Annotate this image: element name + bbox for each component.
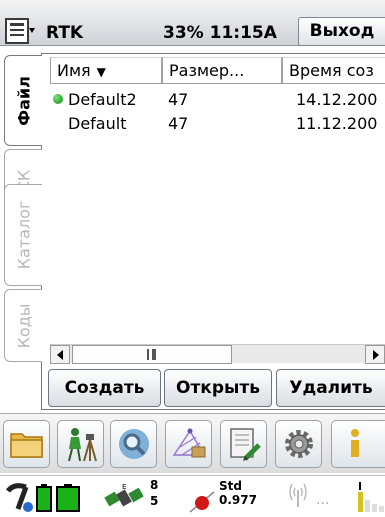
start-menu-icon[interactable] <box>2 18 36 44</box>
info-icon <box>351 429 359 457</box>
gear-icon <box>285 430 313 458</box>
column-header-name[interactable]: Имя ▼ <box>50 57 162 84</box>
svg-text:E: E <box>122 484 126 491</box>
tab-catalog-label: Каталог <box>14 200 33 270</box>
battery-time-status: 33% 11:15A <box>163 23 277 43</box>
solution-readout: Std 0.977 <box>219 479 257 507</box>
satellite-count: 8 5 <box>150 479 158 507</box>
file-list-header: Имя ▼ Размер... Время соз <box>50 57 385 84</box>
scroll-right-button[interactable] <box>365 345 385 364</box>
column-header-created[interactable]: Время соз <box>282 57 385 84</box>
main-toolbar <box>0 413 385 473</box>
tool-button-view[interactable] <box>110 420 157 468</box>
tool-button-files[interactable] <box>3 420 50 468</box>
create-button[interactable]: Создать <box>48 369 161 407</box>
file-name: Default2 <box>68 90 137 109</box>
satellite-count-top: 8 <box>150 478 159 492</box>
file-size: 47 <box>168 114 189 133</box>
scroll-thumb[interactable] <box>72 345 232 364</box>
exit-button[interactable]: Выход <box>298 17 385 46</box>
horizontal-scrollbar[interactable] <box>50 344 385 364</box>
title-bar: RTK 33% 11:15A Выход <box>0 0 385 46</box>
signal-bars-icon <box>358 482 384 512</box>
gps-satellite-icon[interactable]: E <box>102 484 148 514</box>
file-list: Default2 47 14.12.200 Default 47 11.12.2… <box>50 86 385 342</box>
status-bar: E 8 5 Std 0.977 ... <box>0 475 385 517</box>
radio-status-dots: ... <box>316 492 330 508</box>
radio-signal-icon[interactable] <box>288 480 308 508</box>
arrow-left-icon <box>57 350 63 360</box>
antenna-link-icon[interactable] <box>4 481 34 513</box>
solution-value: 0.977 <box>219 493 257 507</box>
tool-button-notes[interactable] <box>220 420 267 468</box>
open-button[interactable]: Открыть <box>164 369 272 407</box>
column-name-label: Имя <box>57 61 91 80</box>
tool-button-survey[interactable] <box>57 420 104 468</box>
surveyor-tripod-icon <box>68 428 97 462</box>
solution-label: Std <box>219 479 242 493</box>
list-item[interactable]: Default2 47 14.12.200 <box>50 90 385 112</box>
notebook-pen-icon <box>230 428 261 461</box>
folder-icon <box>10 433 43 458</box>
tab-catalog[interactable]: Каталог <box>4 184 42 286</box>
list-item[interactable]: Default 47 11.12.200 <box>50 114 385 136</box>
file-name: Default <box>68 114 127 133</box>
delete-button[interactable]: Удалить <box>276 369 385 407</box>
tool-button-info[interactable] <box>331 420 385 468</box>
scroll-left-button[interactable] <box>50 345 70 364</box>
tab-codes-label: Коды <box>14 303 33 348</box>
tab-file[interactable]: Файл <box>4 55 42 146</box>
battery-icon <box>36 484 52 512</box>
sort-down-icon: ▼ <box>96 65 106 79</box>
arrow-right-icon <box>373 350 379 360</box>
solution-status-icon[interactable] <box>188 490 216 514</box>
app-title: RTK <box>46 23 84 43</box>
satellite-count-bottom: 5 <box>150 494 159 508</box>
tool-button-settings[interactable] <box>275 420 322 468</box>
active-job-indicator-icon <box>53 94 63 104</box>
tool-button-cogo[interactable] <box>165 420 212 468</box>
tab-codes[interactable]: Коды <box>4 289 42 362</box>
battery-receiver-icon <box>56 484 80 512</box>
file-created: 14.12.200 <box>296 90 378 109</box>
grid-survey-icon <box>172 428 206 458</box>
grip-icon <box>147 349 156 360</box>
magnifier-globe-icon <box>119 429 149 459</box>
tab-file-label: Файл <box>14 75 33 126</box>
file-created: 11.12.200 <box>296 114 378 133</box>
column-header-size[interactable]: Размер... <box>162 57 282 84</box>
file-size: 47 <box>168 90 189 109</box>
